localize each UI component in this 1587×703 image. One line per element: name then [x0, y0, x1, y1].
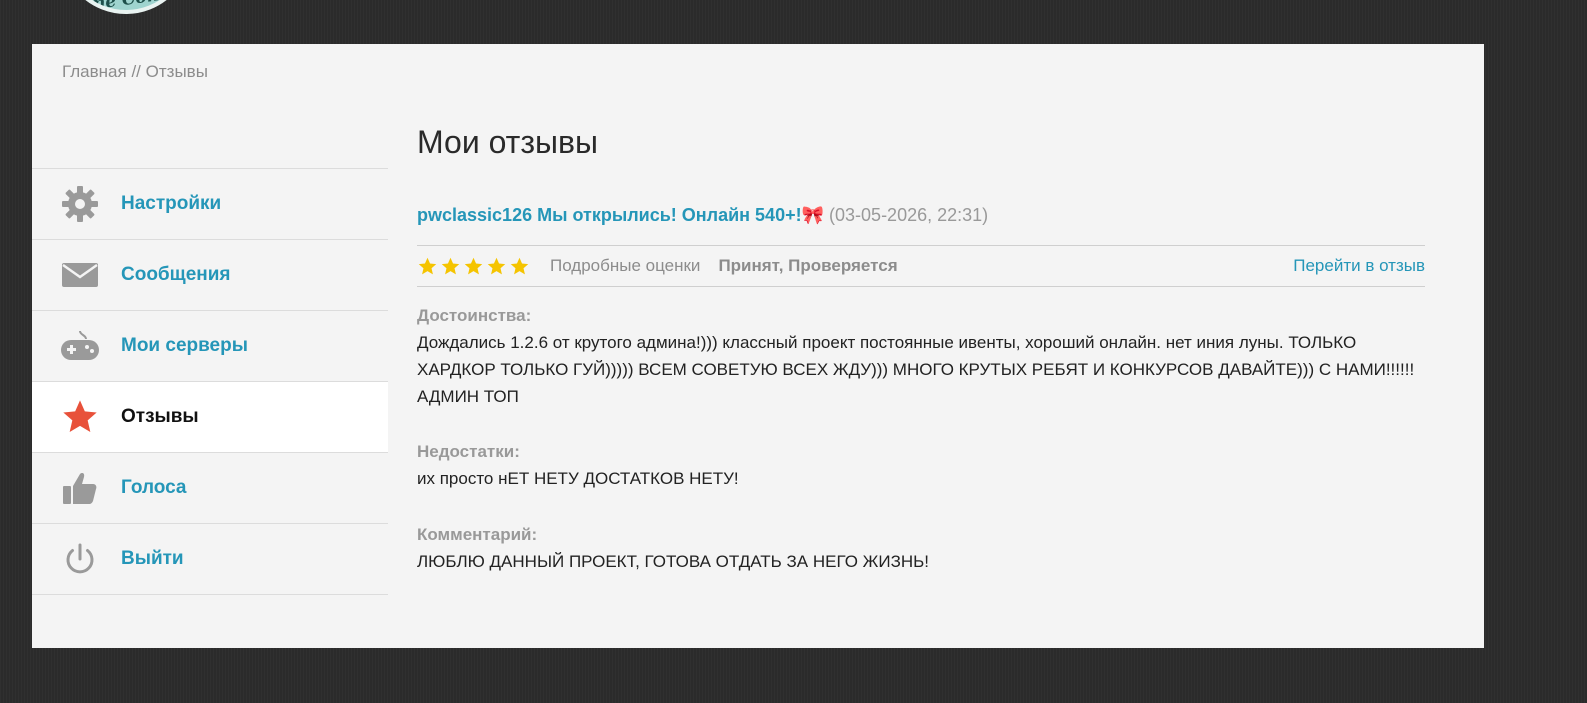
- thumbs-up-icon: [60, 468, 100, 508]
- review-headline: Мы открылись! Онлайн 540+!: [537, 205, 802, 225]
- pros-section: Достоинства: Дождались 1.2.6 от крутого …: [417, 306, 1425, 410]
- envelope-icon: [60, 255, 100, 295]
- power-icon: [60, 539, 100, 579]
- sidebar-item-my-servers[interactable]: Мои серверы: [32, 311, 388, 382]
- breadcrumb-home[interactable]: Главная: [62, 62, 127, 81]
- review-server-link[interactable]: pwclassic126 Мы открылись! Онлайн 540+!: [417, 205, 802, 225]
- review-server-name: pwclassic126: [417, 205, 533, 225]
- sidebar-item-label: Настройки: [121, 193, 222, 214]
- breadcrumb-separator: //: [131, 62, 141, 81]
- gamepad-icon: [60, 326, 100, 366]
- star-icon: [60, 397, 100, 437]
- site-logo[interactable]: ame Controll: [60, 0, 192, 14]
- sidebar-item-label: Голоса: [121, 477, 187, 498]
- breadcrumb-current: Отзывы: [145, 62, 208, 81]
- comment-section: Комментарий: ЛЮБЛЮ ДАННЫЙ ПРОЕКТ, ГОТОВА…: [417, 525, 1425, 575]
- bow-emoji-icon: 🎀: [801, 205, 825, 225]
- review-meta-bar: Подробные оценки Принят, Проверяется Пер…: [417, 245, 1425, 287]
- sidebar-item-messages[interactable]: Сообщения: [32, 240, 388, 311]
- rating-star-icon: [487, 257, 506, 274]
- sidebar-item-label: Мои серверы: [121, 335, 248, 356]
- logo-lettering: ame Controll: [75, 0, 188, 10]
- review-date: (03-05-2026, 22:31): [829, 205, 989, 225]
- sidebar-item-label: Выйти: [121, 548, 184, 569]
- review-status: Принят, Проверяется: [718, 256, 898, 275]
- cons-section: Недостатки: их просто нЕТ НЕТУ ДОСТАТКОВ…: [417, 442, 1425, 492]
- comment-title: Комментарий:: [417, 525, 538, 544]
- page-title: Мои отзывы: [417, 124, 598, 160]
- rating-stars: [417, 256, 530, 277]
- rating-star-icon: [418, 257, 437, 274]
- sidebar-item-logout[interactable]: Выйти: [32, 524, 388, 595]
- sidebar-menu: Настройки Сообщения Мои серверы Отзывы Г…: [32, 168, 388, 595]
- sidebar-item-settings[interactable]: Настройки: [32, 169, 388, 240]
- cons-title: Недостатки:: [417, 442, 520, 461]
- rating-star-icon: [441, 257, 460, 274]
- content-panel: Главная // Отзывы Настройки Сообщения Мо…: [32, 44, 1484, 648]
- sidebar-item-label: Сообщения: [121, 264, 231, 285]
- sidebar-item-votes[interactable]: Голоса: [32, 453, 388, 524]
- rating-star-icon: [510, 257, 529, 274]
- comment-text: ЛЮБЛЮ ДАННЫЙ ПРОЕКТ, ГОТОВА ОТДАТЬ ЗА НЕ…: [417, 552, 930, 571]
- sidebar-item-label: Отзывы: [121, 406, 199, 427]
- breadcrumb: Главная // Отзывы: [62, 62, 208, 82]
- cons-text: их просто нЕТ НЕТУ ДОСТАТКОВ НЕТУ!: [417, 469, 739, 488]
- rating-star-icon: [464, 257, 483, 274]
- pros-title: Достоинства:: [417, 306, 532, 325]
- gear-icon: [60, 184, 100, 224]
- goto-review-link[interactable]: Перейти в отзыв: [1293, 256, 1425, 276]
- detailed-ratings-link[interactable]: Подробные оценки: [550, 256, 700, 276]
- sidebar-item-reviews[interactable]: Отзывы: [32, 382, 388, 453]
- review-header: pwclassic126 Мы открылись! Онлайн 540+!🎀…: [417, 205, 1425, 226]
- pros-text: Дождались 1.2.6 от крутого админа!))) кл…: [417, 333, 1415, 406]
